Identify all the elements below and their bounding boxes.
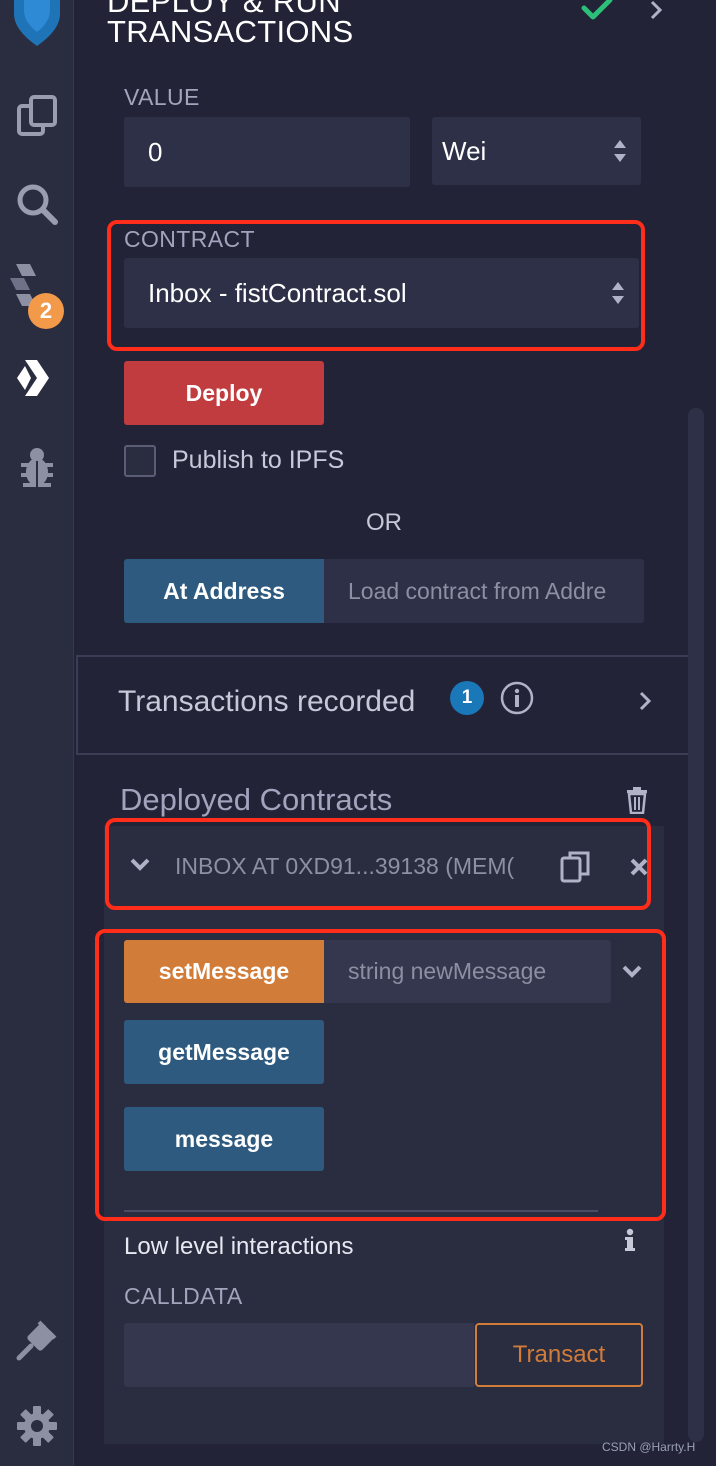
low-level-title: Low level interactions bbox=[124, 1233, 354, 1260]
panel-title-line2: TRANSACTIONS bbox=[107, 14, 354, 49]
transactions-count-badge: 1 bbox=[450, 681, 484, 715]
calldata-label: CALLDATA bbox=[124, 1283, 243, 1309]
at-address-input[interactable]: Load contract from Addre bbox=[324, 559, 644, 623]
settings-icon[interactable] bbox=[0, 1402, 74, 1450]
debugger-icon[interactable] bbox=[0, 443, 74, 491]
transactions-recorded-label: Transactions recorded bbox=[118, 685, 416, 718]
close-icon[interactable] bbox=[630, 858, 648, 881]
publish-ipfs-label: Publish to IPFS bbox=[172, 446, 345, 474]
chevron-down-icon[interactable] bbox=[129, 856, 151, 877]
search-icon[interactable] bbox=[0, 180, 74, 228]
or-divider-label: OR bbox=[366, 509, 402, 536]
contract-select[interactable]: Inbox - fistContract.sol bbox=[124, 258, 639, 328]
set-message-button[interactable]: setMessage bbox=[124, 940, 324, 1003]
chevron-right-icon[interactable] bbox=[638, 691, 652, 716]
icon-rail: 2 bbox=[0, 0, 74, 1466]
set-message-input[interactable]: string newMessage bbox=[324, 940, 611, 1003]
info-icon[interactable] bbox=[624, 1228, 636, 1257]
deployed-contracts-title: Deployed Contracts bbox=[120, 782, 393, 817]
select-arrows-icon bbox=[614, 140, 626, 162]
calldata-input[interactable] bbox=[124, 1323, 474, 1387]
message-button[interactable]: message bbox=[124, 1107, 324, 1171]
scrollbar[interactable] bbox=[688, 408, 704, 1442]
divider bbox=[124, 1210, 598, 1212]
contract-selected-text: Inbox - fistContract.sol bbox=[148, 277, 407, 308]
chevron-right-icon[interactable] bbox=[649, 0, 663, 25]
chevron-down-icon[interactable] bbox=[621, 963, 643, 984]
deploy-button[interactable]: Deploy bbox=[124, 361, 324, 425]
select-arrows-icon bbox=[612, 282, 624, 304]
value-unit-text: Wei bbox=[442, 135, 487, 166]
compiler-warning-badge: 2 bbox=[28, 293, 64, 329]
value-label: VALUE bbox=[124, 84, 200, 110]
watermark: CSDN @Harrty.H bbox=[602, 1440, 696, 1454]
info-circle-icon[interactable] bbox=[500, 681, 534, 720]
get-message-button[interactable]: getMessage bbox=[124, 1020, 324, 1084]
contract-label: CONTRACT bbox=[124, 226, 255, 252]
file-explorer-icon[interactable] bbox=[0, 92, 74, 140]
contract-instance-label: INBOX AT 0XD91...39138 (MEM( bbox=[175, 853, 515, 879]
trash-icon[interactable] bbox=[625, 786, 649, 819]
transactions-recorded-card[interactable]: Transactions recorded 1 bbox=[76, 655, 691, 755]
value-input[interactable]: 0 bbox=[124, 117, 410, 187]
transact-button[interactable]: Transact bbox=[475, 1323, 643, 1387]
deploy-run-icon[interactable] bbox=[0, 354, 74, 402]
value-unit-select[interactable]: Wei bbox=[432, 117, 641, 185]
plugin-manager-icon[interactable] bbox=[0, 1316, 74, 1364]
publish-ipfs-checkbox[interactable] bbox=[124, 445, 156, 477]
remix-logo-icon[interactable] bbox=[0, 0, 74, 48]
copy-icon[interactable] bbox=[560, 850, 592, 889]
at-address-button[interactable]: At Address bbox=[124, 559, 324, 623]
deploy-run-panel: DEPLOY & RUN TRANSACTIONS VALUE 0 Wei CO… bbox=[75, 0, 716, 1466]
compile-success-check-icon bbox=[581, 0, 613, 27]
